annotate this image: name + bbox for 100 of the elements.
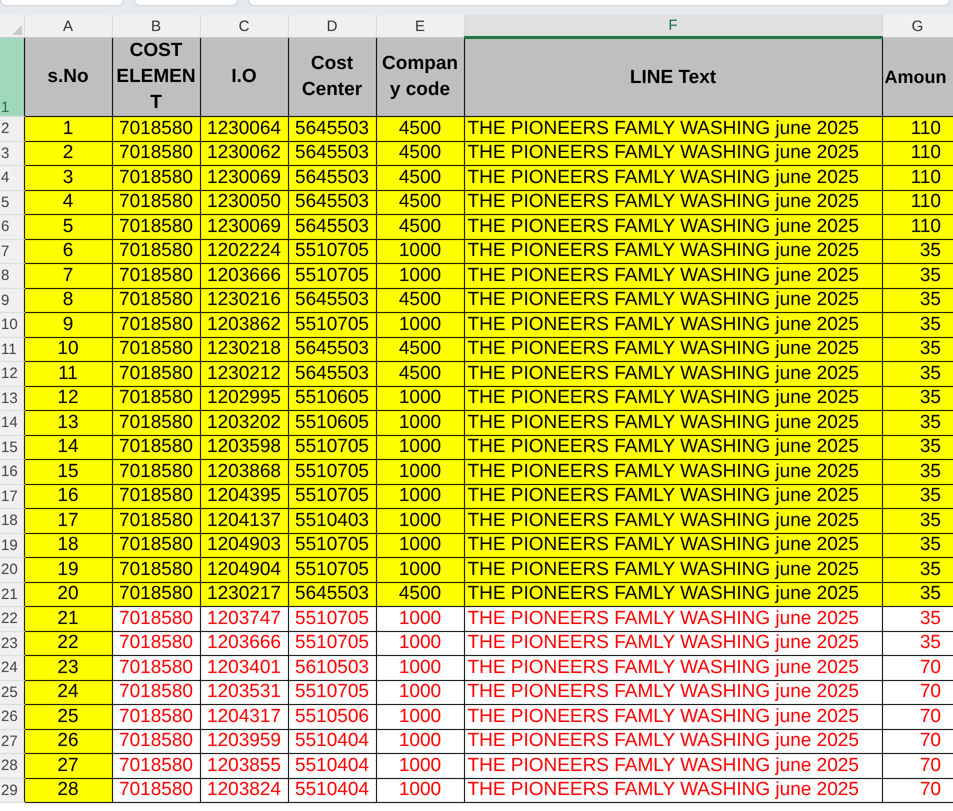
row-number[interactable]: 10 <box>0 312 24 337</box>
column-letter[interactable]: A <box>24 15 112 38</box>
row-number[interactable]: 6 <box>0 214 24 239</box>
column-letter[interactable]: C <box>200 15 288 38</box>
table-cell: 7018580 <box>112 754 200 778</box>
table-cell: 35 <box>882 362 953 386</box>
row-number[interactable]: 3 <box>0 141 24 166</box>
table-cell: THE PIONEERS FAMLY WASHING june 2025 <box>464 288 882 312</box>
table-cell: 7018580 <box>112 778 200 802</box>
table-cell: THE PIONEERS FAMLY WASHING june 2025 <box>464 754 882 778</box>
row-number[interactable]: 14 <box>0 410 24 435</box>
table-cell: 7018580 <box>112 704 200 729</box>
table-cell: 1230069 <box>200 166 288 190</box>
tab-placeholder[interactable] <box>134 0 238 6</box>
table-cell: 35 <box>882 484 953 508</box>
table-cell: 5510705 <box>288 264 376 288</box>
table-cell: 5645503 <box>288 288 376 312</box>
row-number[interactable]: 20 <box>0 558 24 582</box>
row-number[interactable]: 22 <box>0 606 24 631</box>
table-cell: 2 <box>24 141 112 166</box>
table-cell: 4500 <box>376 166 464 190</box>
table-cell: 1203747 <box>200 606 288 631</box>
row-number[interactable]: 2 <box>0 116 24 141</box>
table-cell: 7018580 <box>112 166 200 190</box>
table-cell: 35 <box>882 264 953 288</box>
table-cell: 1203531 <box>200 680 288 704</box>
row-number[interactable]: 8 <box>0 264 24 288</box>
table-cell: 5 <box>24 214 112 239</box>
table-cell: 5510705 <box>288 558 376 582</box>
row-number[interactable]: 9 <box>0 288 24 312</box>
table-cell: 35 <box>882 337 953 362</box>
table-cell: 110 <box>882 116 953 141</box>
table-cell: 1203202 <box>200 410 288 435</box>
row-number[interactable]: 23 <box>0 631 24 656</box>
row-number[interactable]: 17 <box>0 484 24 508</box>
row-number[interactable]: 16 <box>0 460 24 484</box>
table-cell: 10 <box>24 337 112 362</box>
row-number[interactable]: 19 <box>0 533 24 558</box>
column-header: LINE Text <box>464 38 882 116</box>
table-cell: 7018580 <box>112 508 200 533</box>
row-number[interactable]: 18 <box>0 508 24 533</box>
row-number[interactable]: 7 <box>0 239 24 264</box>
column-header: Company code <box>376 38 464 116</box>
table-cell: 7018580 <box>112 729 200 754</box>
row-number[interactable]: 21 <box>0 582 24 606</box>
table-cell: 35 <box>882 312 953 337</box>
column-header: Amoun <box>882 38 953 116</box>
table-cell: THE PIONEERS FAMLY WASHING june 2025 <box>464 484 882 508</box>
row-number[interactable]: 27 <box>0 729 24 754</box>
table-cell: 27 <box>24 754 112 778</box>
row-number[interactable]: 4 <box>0 166 24 190</box>
column-letter[interactable]: E <box>376 15 464 38</box>
table-cell: 1203401 <box>200 656 288 680</box>
table-cell: 15 <box>24 460 112 484</box>
row-number[interactable]: 12 <box>0 362 24 386</box>
table-cell: THE PIONEERS FAMLY WASHING june 2025 <box>464 606 882 631</box>
row-number[interactable]: 25 <box>0 680 24 704</box>
table-cell: 1000 <box>376 606 464 631</box>
table-cell: 7018580 <box>112 656 200 680</box>
select-all-corner[interactable] <box>0 15 24 38</box>
column-letter[interactable]: F <box>464 15 882 38</box>
table-cell: 1203598 <box>200 435 288 460</box>
table-cell: 7018580 <box>112 312 200 337</box>
table-cell: 7018580 <box>112 533 200 558</box>
table-cell: THE PIONEERS FAMLY WASHING june 2025 <box>464 166 882 190</box>
table-cell: 4500 <box>376 214 464 239</box>
table-cell: 5510705 <box>288 533 376 558</box>
row-number[interactable]: 29 <box>0 778 24 802</box>
tab-placeholder[interactable] <box>248 0 950 6</box>
column-header: COST ELEMENT <box>112 38 200 116</box>
row-number[interactable]: 15 <box>0 435 24 460</box>
column-letter[interactable]: G <box>882 15 953 38</box>
row-number[interactable]: 26 <box>0 704 24 729</box>
table-cell: 9 <box>24 312 112 337</box>
table-cell: 26 <box>24 729 112 754</box>
table-cell: THE PIONEERS FAMLY WASHING june 2025 <box>464 190 882 214</box>
table-cell: 11 <box>24 362 112 386</box>
row-number[interactable]: 24 <box>0 656 24 680</box>
row-number[interactable]: 28 <box>0 754 24 778</box>
row-number[interactable]: 1 <box>0 38 24 116</box>
table-cell: THE PIONEERS FAMLY WASHING june 2025 <box>464 435 882 460</box>
table-cell: 35 <box>882 606 953 631</box>
table-cell: 25 <box>24 704 112 729</box>
column-letter[interactable]: D <box>288 15 376 38</box>
table-cell: 19 <box>24 558 112 582</box>
row-number[interactable]: 13 <box>0 386 24 410</box>
column-letter[interactable]: B <box>112 15 200 38</box>
row-number[interactable]: 5 <box>0 190 24 214</box>
table-cell: 1203959 <box>200 729 288 754</box>
table-cell: 1230217 <box>200 582 288 606</box>
table-cell: 1000 <box>376 778 464 802</box>
table-cell: 7018580 <box>112 558 200 582</box>
row-number[interactable]: 11 <box>0 337 24 362</box>
table-cell: 5645503 <box>288 362 376 386</box>
table-cell: 1000 <box>376 484 464 508</box>
table-cell: 7018580 <box>112 680 200 704</box>
tab-placeholder[interactable] <box>0 0 124 6</box>
table-cell: THE PIONEERS FAMLY WASHING june 2025 <box>464 558 882 582</box>
table-cell: 7018580 <box>112 190 200 214</box>
table-cell: 1000 <box>376 312 464 337</box>
